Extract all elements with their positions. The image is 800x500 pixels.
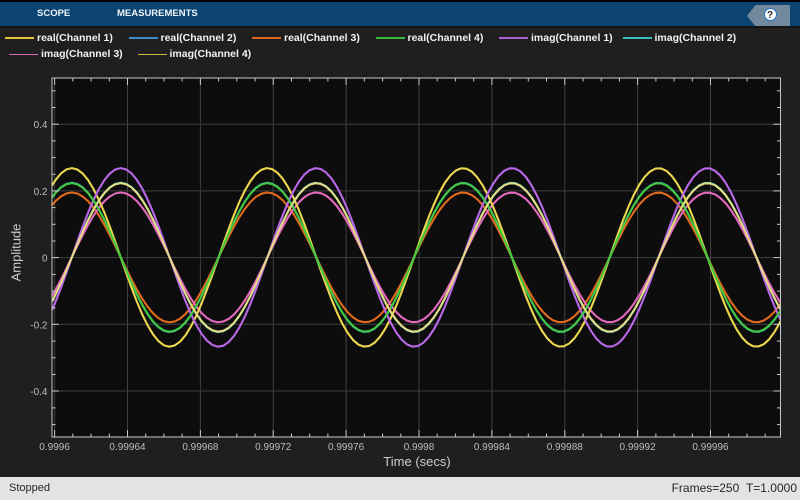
svg-text:0.99984: 0.99984 [474,442,511,453]
svg-text:0.99976: 0.99976 [328,442,365,453]
svg-text:0.99972: 0.99972 [255,442,292,453]
svg-text:0: 0 [42,254,48,265]
svg-text:0.4: 0.4 [34,120,48,131]
svg-text:0.99964: 0.99964 [109,442,146,453]
svg-text:0.9996: 0.9996 [39,442,70,453]
svg-text:-0.2: -0.2 [30,320,48,331]
svg-text:0.99988: 0.99988 [547,442,584,453]
svg-text:0.99996: 0.99996 [692,442,729,453]
svg-text:0.2: 0.2 [34,187,48,198]
svg-text:0.99992: 0.99992 [620,442,657,453]
svg-text:0.99968: 0.99968 [182,442,219,453]
svg-text:0.9998: 0.9998 [404,442,435,453]
svg-text:-0.4: -0.4 [30,387,48,398]
